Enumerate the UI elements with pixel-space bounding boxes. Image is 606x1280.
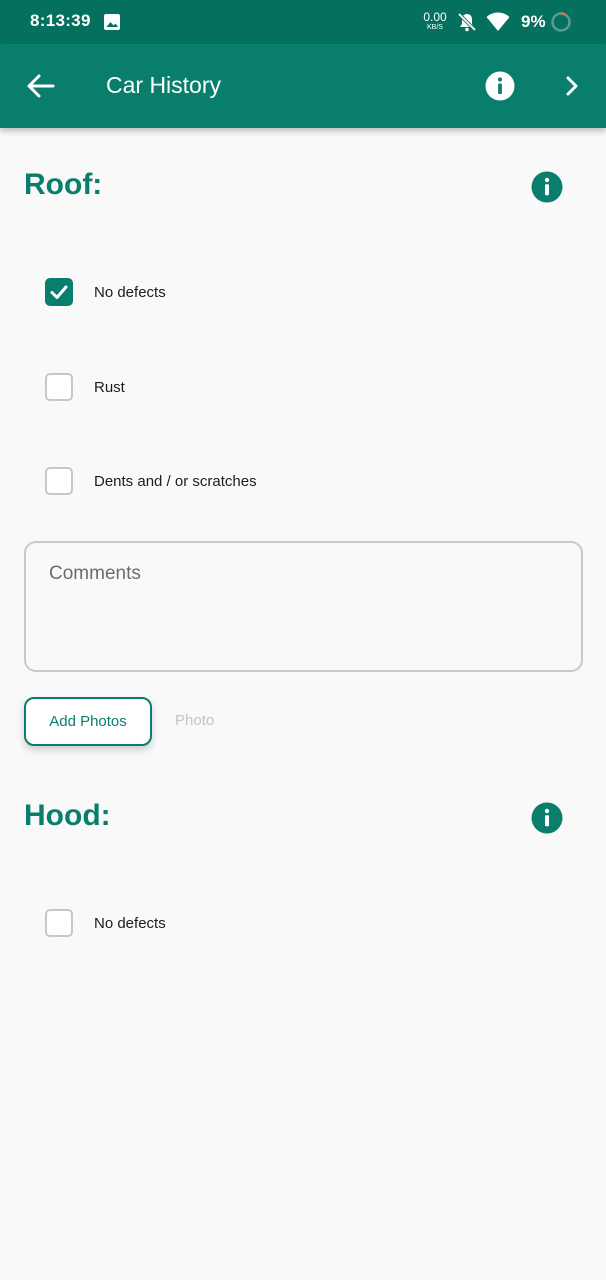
checkbox-checked[interactable]	[45, 278, 73, 306]
network-speed-value: 0.00	[423, 10, 447, 24]
app-bar: Car History	[0, 44, 606, 128]
checkbox-unchecked[interactable]	[45, 373, 73, 401]
network-speed-unit: KB/S	[427, 24, 443, 31]
checkbox-unchecked[interactable]	[45, 467, 73, 495]
page-title: Car History	[106, 72, 222, 98]
hood-option-no-defects[interactable]: No defects	[45, 909, 166, 937]
check-icon	[50, 285, 68, 299]
status-bar: 8:13:39 0.00 KB/S 9%	[0, 0, 606, 44]
status-time: 8:13:39	[30, 11, 91, 30]
roof-option-dents-scratches[interactable]: Dents and / or scratches	[45, 467, 257, 495]
wifi-icon	[486, 12, 510, 31]
chevron-right-icon[interactable]	[561, 74, 583, 98]
info-icon[interactable]	[485, 71, 515, 101]
add-photos-button[interactable]: Add Photos	[24, 697, 152, 746]
option-label: No defects	[94, 283, 166, 301]
hood-info-icon[interactable]	[531, 802, 563, 834]
checkbox-unchecked[interactable]	[45, 909, 73, 937]
network-speed: 0.00 KB/S	[420, 11, 450, 31]
comments-placeholder: Comments	[49, 563, 141, 584]
photo-label: Photo	[175, 712, 215, 729]
battery-ring-icon	[551, 12, 571, 32]
option-label: Rust	[94, 378, 125, 396]
roof-option-no-defects[interactable]: No defects	[45, 278, 166, 306]
bell-off-icon	[457, 12, 477, 32]
comments-input[interactable]: Comments	[24, 541, 583, 672]
roof-info-icon[interactable]	[531, 171, 563, 203]
roof-option-rust[interactable]: Rust	[45, 373, 125, 401]
roof-section-title: Roof:	[24, 168, 103, 201]
hood-section-title: Hood:	[24, 799, 111, 832]
option-label: No defects	[94, 914, 166, 932]
battery-percent: 9%	[521, 12, 546, 31]
gallery-icon	[104, 14, 120, 30]
option-label: Dents and / or scratches	[94, 472, 257, 490]
arrow-left-icon[interactable]	[26, 72, 56, 100]
